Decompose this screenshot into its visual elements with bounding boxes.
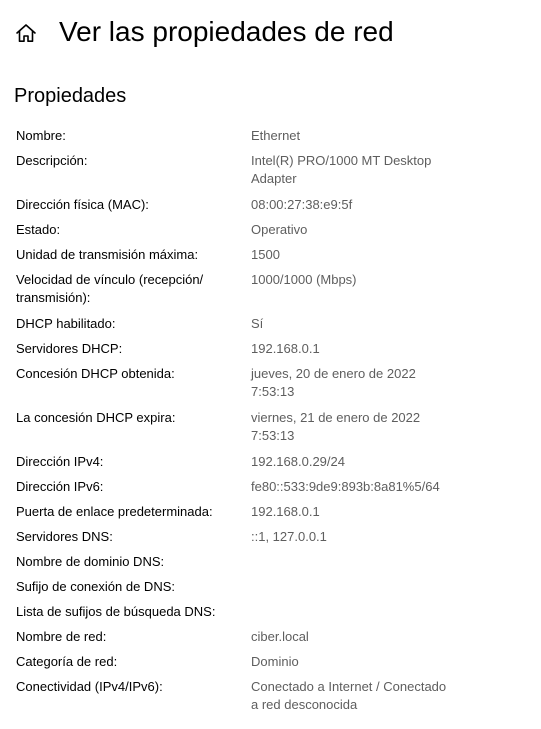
- property-value-line: Ethernet: [251, 128, 301, 143]
- property-value: 1500: [251, 246, 483, 264]
- property-label-line: Servidores DNS:: [16, 529, 113, 544]
- property-value: viernes, 21 de enero de 2022 7:53:13: [251, 409, 483, 445]
- property-value-line: viernes, 21 de enero de 2022: [251, 410, 421, 425]
- property-value: Conectado a Internet / Conectado a red de…: [251, 678, 483, 714]
- property-label-line: Descripción:: [16, 153, 88, 168]
- property-value: 192.168.0.1: [251, 503, 483, 521]
- property-label: Unidad de transmisión máxima:: [16, 246, 248, 264]
- property-value-line: jueves, 20 de enero de 2022: [251, 366, 416, 381]
- property-label-line: Conectividad (IPv4/IPv6):: [16, 679, 163, 694]
- property-value-line: 1000/1000 (Mbps): [251, 272, 357, 287]
- property-value: ::1, 127.0.0.1: [251, 528, 483, 546]
- property-label: Descripción:: [16, 152, 248, 170]
- property-label: Sufijo de conexión de DNS:: [16, 578, 248, 596]
- property-value-line: fe80::533:9de9:893b:8a81%5/64: [251, 479, 440, 494]
- property-value: 192.168.0.29/24: [251, 453, 483, 471]
- property-label-line: Servidores DHCP:: [16, 341, 123, 356]
- property-label-line: Nombre de dominio DNS:: [16, 554, 165, 569]
- property-value: 08:00:27:38:e9:5f: [251, 196, 483, 214]
- property-label-line: Puerta de enlace predeterminada:: [16, 504, 213, 519]
- property-value-line: Operativo: [251, 222, 308, 237]
- property-value-line: 192.168.0.1: [251, 341, 320, 356]
- property-value-line: 7:53:13: [251, 428, 295, 443]
- property-label: Categoría de red:: [16, 653, 248, 671]
- property-value-line: a red desconocida: [251, 697, 358, 712]
- property-value: Ethernet: [251, 127, 483, 145]
- property-label-line: DHCP habilitado:: [16, 316, 116, 331]
- property-label: Concesión DHCP obtenida:: [16, 365, 248, 383]
- property-label: Dirección IPv4:: [16, 453, 248, 471]
- property-label: Velocidad de vínculo (recepción/transmis…: [16, 271, 248, 307]
- property-label: Dirección física (MAC):: [16, 196, 248, 214]
- home-button[interactable]: [12, 20, 40, 46]
- property-label-line: La concesión DHCP expira:: [16, 410, 176, 425]
- property-label: Estado:: [16, 221, 248, 239]
- property-label: La concesión DHCP expira:: [16, 409, 248, 427]
- page-title: Ver las propiedades de red: [59, 16, 394, 47]
- property-label: Nombre de red:: [16, 628, 248, 646]
- property-label-line: Velocidad de vínculo (recepción/: [16, 272, 204, 287]
- property-label-line: Dirección física (MAC):: [16, 197, 149, 212]
- property-label-line: Lista de sufijos de búsqueda DNS:: [16, 604, 216, 619]
- property-value-line: 08:00:27:38:e9:5f: [251, 197, 353, 212]
- property-value-line: 192.168.0.1: [251, 504, 320, 519]
- property-label-line: Estado:: [16, 222, 61, 237]
- property-value: Sí: [251, 315, 483, 333]
- property-value: Dominio: [251, 653, 483, 671]
- property-label: Servidores DNS:: [16, 528, 248, 546]
- property-label: DHCP habilitado:: [16, 315, 248, 333]
- property-value: 1000/1000 (Mbps): [251, 271, 483, 289]
- property-value: ciber.local: [251, 628, 483, 646]
- property-value: fe80::533:9de9:893b:8a81%5/64: [251, 478, 483, 496]
- property-value: jueves, 20 de enero de 2022 7:53:13: [251, 365, 483, 401]
- property-value-line: Conectado a Internet / Conectado: [251, 679, 447, 694]
- property-value-line: 192.168.0.29/24: [251, 454, 345, 469]
- property-label: Nombre de dominio DNS:: [16, 553, 248, 571]
- property-value-line: Intel(R) PRO/1000 MT Desktop: [251, 153, 432, 168]
- property-value-line: Sí: [251, 316, 264, 331]
- property-value-line: Adapter: [251, 171, 297, 186]
- property-label-line: Nombre de red:: [16, 629, 107, 644]
- property-value-line: ::1, 127.0.0.1: [251, 529, 327, 544]
- property-value-line: ciber.local: [251, 629, 309, 644]
- property-label-line: Nombre:: [16, 128, 66, 143]
- property-label: Lista de sufijos de búsqueda DNS:: [16, 603, 248, 621]
- property-value: 192.168.0.1: [251, 340, 483, 358]
- section-title: Propiedades: [14, 85, 127, 107]
- property-value-line: Dominio: [251, 654, 299, 669]
- property-label-line: Dirección IPv4:: [16, 454, 104, 469]
- property-label: Dirección IPv6:: [16, 478, 248, 496]
- property-label: Servidores DHCP:: [16, 340, 248, 358]
- property-label-line: Concesión DHCP obtenida:: [16, 366, 175, 381]
- property-label-line: Sufijo de conexión de DNS:: [16, 579, 175, 594]
- property-value: Intel(R) PRO/1000 MT Desktop Adapter: [251, 152, 483, 188]
- property-label: Conectividad (IPv4/IPv6):: [16, 678, 248, 696]
- property-label: Nombre:: [16, 127, 248, 145]
- property-label-line: Dirección IPv6:: [16, 479, 104, 494]
- property-value-line: 1500: [251, 247, 280, 262]
- home-icon: [16, 24, 36, 42]
- header: Ver las propiedades de red: [0, 0, 541, 64]
- property-value-line: 7:53:13: [251, 384, 295, 399]
- property-label-line: Categoría de red:: [16, 654, 118, 669]
- property-value: Operativo: [251, 221, 483, 239]
- property-label-line: transmisión):: [16, 290, 91, 305]
- property-label-line: Unidad de transmisión máxima:: [16, 247, 199, 262]
- property-label: Puerta de enlace predeterminada:: [16, 503, 248, 521]
